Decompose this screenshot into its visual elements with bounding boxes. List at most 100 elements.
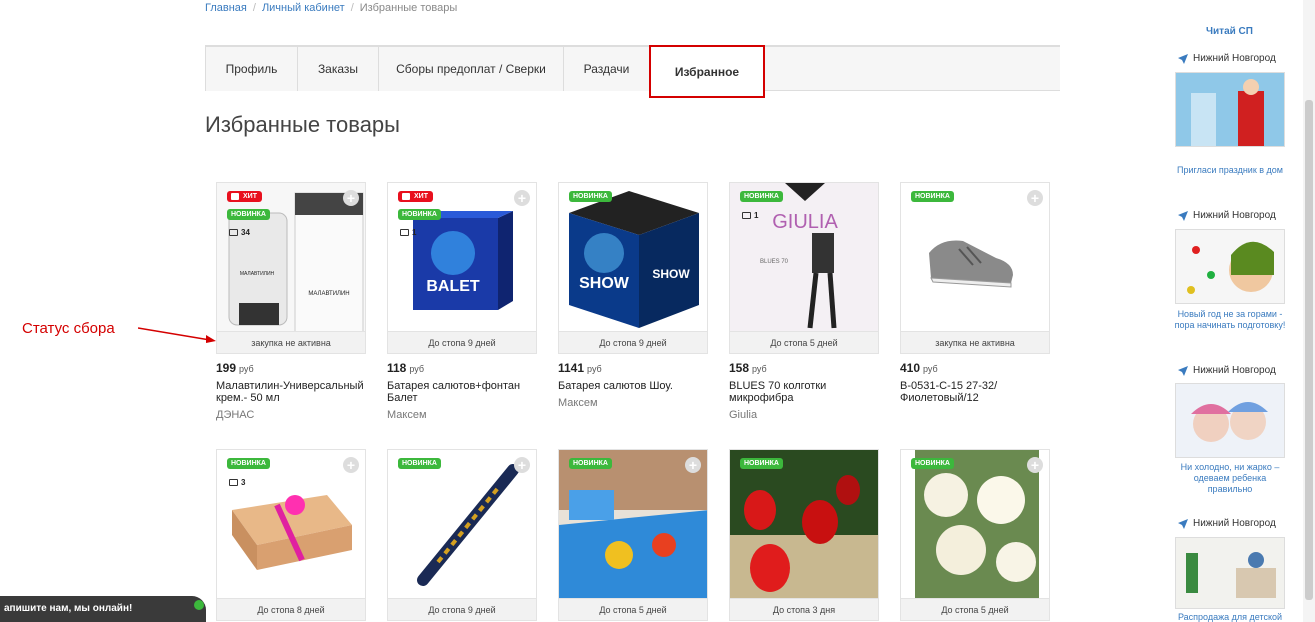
add-to-cart-icon[interactable]: + (1027, 190, 1043, 206)
product-image[interactable]: МАЛАВТИЛИН МАЛАВТИЛИН ХИТ НОВИНКА 34 + (216, 182, 366, 332)
product-image[interactable]: НОВИНКА (729, 449, 879, 599)
breadcrumb-account-link[interactable]: Личный кабинет (262, 2, 345, 14)
new-badge: НОВИНКА (227, 209, 270, 220)
svg-text:BALET: BALET (426, 278, 480, 295)
product-card[interactable]: SHOW SHOW НОВИНКА До стопа 9 дней 1141 ру… (558, 182, 708, 409)
svg-text:BLUES 70: BLUES 70 (760, 259, 789, 265)
collection-status: До стопа 9 дней (387, 332, 537, 354)
collection-status: закупка не активна (216, 332, 366, 354)
svg-text:SHOW: SHOW (652, 267, 690, 281)
product-card[interactable]: НОВИНКА + закупка не активна 410 руб B-05… (900, 182, 1050, 404)
comment-icon (229, 479, 238, 486)
svg-text:GIULIA: GIULIA (772, 211, 838, 233)
product-name[interactable]: Малавтилин-Универсальный крем.- 50 мл (216, 380, 366, 404)
ad-photo-kids-snow (1176, 384, 1284, 457)
product-price: 410 руб (900, 361, 938, 375)
add-to-cart-icon[interactable]: + (514, 190, 530, 206)
ad-city: Нижний Новгород (1178, 518, 1276, 529)
product-image[interactable]: НОВИНКА + (900, 182, 1050, 332)
product-card[interactable]: BALET ХИТ НОВИНКА 1 + До стопа 9 дней 11… (387, 182, 537, 421)
add-to-cart-icon[interactable]: + (685, 457, 701, 473)
ad-caption-link[interactable]: Новый год не за горами - пора начинать п… (1172, 309, 1288, 331)
product-price: 1141 руб (558, 361, 602, 375)
collection-status: закупка не активна (900, 332, 1050, 354)
online-status-icon (194, 600, 204, 610)
product-name[interactable]: Батарея салютов+фонтан Балет (387, 380, 537, 404)
product-vendor: Максем (387, 409, 427, 421)
product-image[interactable]: НОВИНКА + (900, 449, 1050, 599)
ad-city: Нижний Новгород (1178, 365, 1276, 376)
product-image[interactable]: SHOW SHOW НОВИНКА (558, 182, 708, 332)
product-name[interactable]: Батарея салютов Шоу. (558, 380, 708, 392)
ad-image[interactable] (1175, 229, 1285, 304)
location-arrow-icon (1178, 365, 1188, 376)
product-image[interactable]: BALET ХИТ НОВИНКА 1 + (387, 182, 537, 332)
ad-caption-link[interactable]: Пригласи праздник в дом (1172, 165, 1288, 176)
ad-caption-link[interactable]: Ни холодно, ни жарко – одеваем ребенка п… (1172, 462, 1288, 495)
account-tabs: Профиль Заказы Сборы предоплат / Сверки … (205, 45, 1060, 98)
new-badge: НОВИНКА (911, 191, 954, 202)
new-badge: НОВИНКА (569, 191, 612, 202)
ad-city: Нижний Новгород (1178, 53, 1276, 64)
hit-badge: ХИТ (227, 191, 262, 202)
breadcrumb-home-link[interactable]: Главная (205, 2, 247, 14)
sidebar-title[interactable]: Читай СП (1206, 26, 1253, 37)
product-photo-fireworks-balet: BALET (388, 183, 536, 331)
product-name[interactable]: BLUES 70 колготки микрофибра (729, 380, 879, 404)
new-badge: НОВИНКА (398, 209, 441, 220)
product-price: 118 руб (387, 361, 425, 375)
product-photo-bedding (559, 450, 707, 598)
ad-image[interactable] (1175, 537, 1285, 609)
new-badge: НОВИНКА (569, 458, 612, 469)
online-chat-button[interactable]: апишите нам, мы онлайн! (0, 596, 206, 622)
comments-count: 1 (400, 228, 416, 237)
ad-image[interactable] (1175, 72, 1285, 147)
ad-caption-link[interactable]: Распродажа для детской (1172, 612, 1288, 622)
product-card[interactable]: НОВИНКА + До стопа 5 дней (900, 449, 1050, 622)
product-price: 158 руб (729, 361, 767, 375)
product-vendor: Giulia (729, 409, 758, 421)
tab-profile[interactable]: Профиль (205, 47, 298, 91)
breadcrumb: Главная / Личный кабинет / Избранные тов… (205, 2, 457, 14)
product-image[interactable]: НОВИНКА 3 + (216, 449, 366, 599)
new-badge: НОВИНКА (227, 458, 270, 469)
comment-icon (229, 229, 238, 236)
add-to-cart-icon[interactable]: + (514, 457, 530, 473)
tab-prepayments[interactable]: Сборы предоплат / Сверки (378, 47, 564, 91)
hit-badge: ХИТ (398, 191, 433, 202)
product-card[interactable]: НОВИНКА До стопа 3 дня (729, 449, 879, 622)
tab-favorites[interactable]: Избранное (649, 45, 765, 98)
product-card[interactable]: НОВИНКА + До стопа 9 дней (387, 449, 537, 622)
product-image[interactable]: GIULIA BLUES 70 НОВИНКА 1 (729, 182, 879, 332)
product-card[interactable]: GIULIA BLUES 70 НОВИНКА 1 До стопа 5 дне… (729, 182, 879, 421)
product-card[interactable]: НОВИНКА + До стопа 5 дней (558, 449, 708, 622)
new-badge: НОВИНКА (398, 458, 441, 469)
ad-photo-newyear-girl (1176, 230, 1284, 303)
scrollbar-thumb[interactable] (1305, 100, 1313, 600)
ad-image[interactable] (1175, 383, 1285, 458)
product-card[interactable]: МАЛАВТИЛИН МАЛАВТИЛИН ХИТ НОВИНКА 34 + з… (216, 182, 366, 421)
product-name[interactable]: B-0531-C-15 27-32/ Фиолетовый/12 (900, 380, 1050, 404)
product-card[interactable]: НОВИНКА 3 + До стопа 8 дней (216, 449, 366, 622)
location-arrow-icon (1178, 53, 1188, 64)
product-photo-roses (901, 450, 1049, 598)
add-to-cart-icon[interactable]: + (343, 190, 359, 206)
tab-handouts[interactable]: Раздачи (563, 47, 650, 91)
svg-text:МАЛАВТИЛИН: МАЛАВТИЛИН (240, 271, 275, 277)
product-photo-tights: GIULIA BLUES 70 (730, 183, 878, 331)
svg-text:МАЛАВТИЛИН: МАЛАВТИЛИН (308, 291, 349, 297)
ad-city: Нижний Новгород (1178, 210, 1276, 221)
product-photo-fireworks-show: SHOW SHOW (559, 183, 707, 331)
ad-photo-santa (1176, 73, 1284, 146)
product-image[interactable]: НОВИНКА + (558, 449, 708, 599)
location-arrow-icon (1178, 210, 1188, 221)
location-arrow-icon (1178, 518, 1188, 529)
add-to-cart-icon[interactable]: + (1027, 457, 1043, 473)
product-image[interactable]: НОВИНКА + (387, 449, 537, 599)
page-scrollbar[interactable] (1303, 0, 1315, 622)
product-vendor: Максем (558, 397, 598, 409)
add-to-cart-icon[interactable]: + (343, 457, 359, 473)
tab-orders[interactable]: Заказы (297, 47, 379, 91)
product-vendor: ДЭНАС (216, 409, 255, 421)
product-price: 199 руб (216, 361, 254, 375)
